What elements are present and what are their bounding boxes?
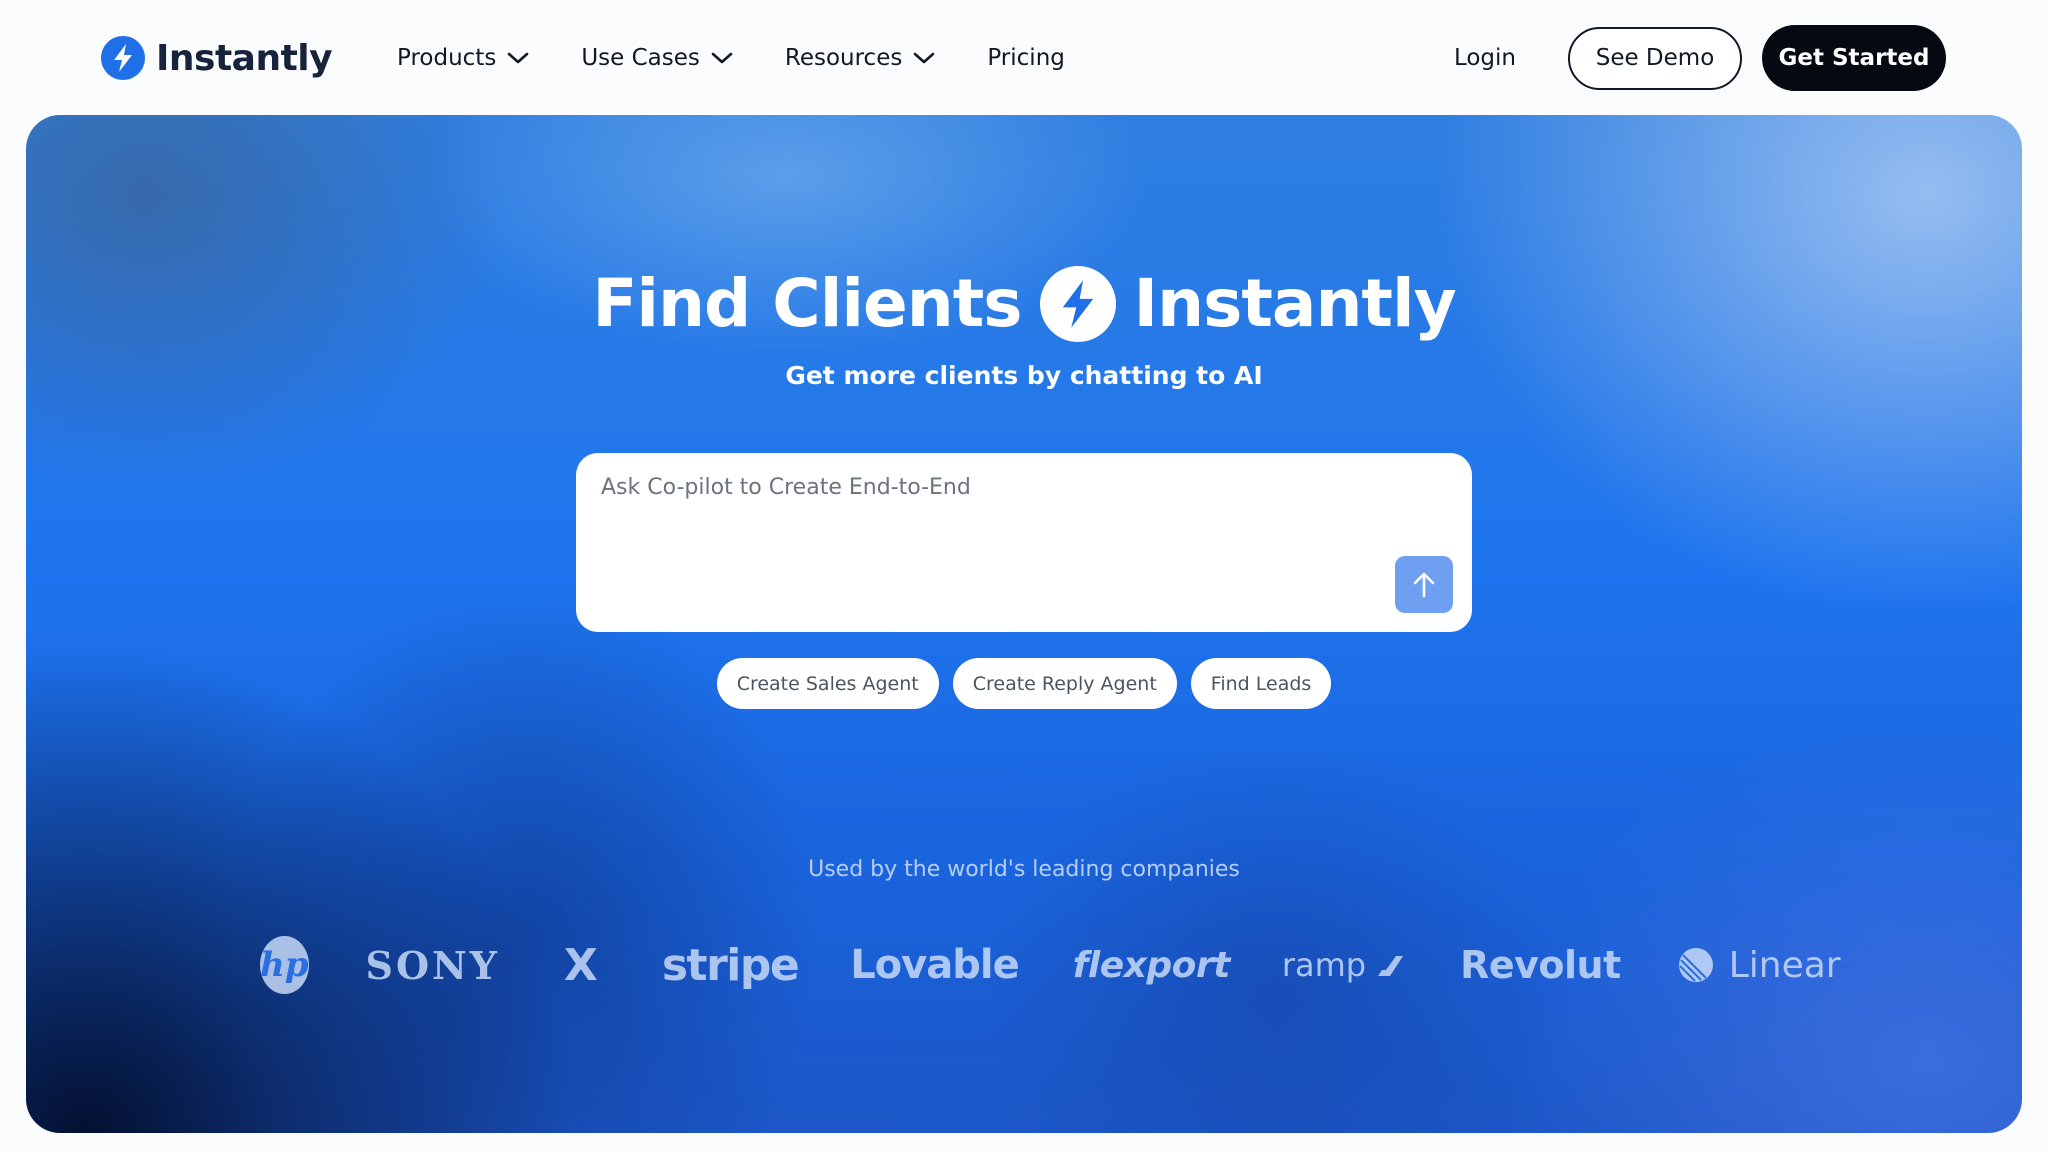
hero-title-left: Find Clients (592, 265, 1022, 342)
hero-section: Find Clients Instantly Get more clients … (26, 115, 2022, 1133)
lightning-bolt-icon (101, 36, 145, 80)
top-navigation: Instantly Products Use Cases Resources P… (0, 0, 2048, 115)
used-by-label: Used by the world's leading companies (808, 857, 1240, 882)
revolut-logo: Revolut (1460, 943, 1621, 987)
chevron-down-icon (913, 51, 935, 65)
chip-create-reply-agent[interactable]: Create Reply Agent (952, 658, 1177, 709)
hero-title: Find Clients Instantly (26, 265, 2022, 342)
suggestion-chips: Create Sales Agent Create Reply Agent Fi… (26, 658, 2022, 709)
chip-find-leads[interactable]: Find Leads (1190, 658, 1332, 709)
chevron-down-icon (507, 51, 529, 65)
copilot-prompt-input[interactable] (576, 453, 1472, 632)
linear-logo-text: Linear (1728, 944, 1841, 986)
linear-logo: Linear (1677, 945, 1841, 986)
see-demo-button[interactable]: See Demo (1568, 26, 1742, 90)
nav-item-use-cases[interactable]: Use Cases (581, 45, 733, 71)
copilot-prompt-box (576, 453, 1472, 632)
stripe-logo: stripe (661, 939, 800, 991)
send-button[interactable] (1395, 556, 1453, 613)
lightning-bolt-icon (1039, 265, 1116, 342)
nav-actions: Login See Demo Get Started (1454, 25, 1946, 91)
main-menu: Products Use Cases Resources Pricing (397, 36, 1065, 80)
nav-item-resources[interactable]: Resources (785, 45, 935, 71)
arrow-up-icon (1412, 571, 1436, 599)
ramp-logo-text: ramp (1281, 946, 1367, 984)
nav-item-products[interactable]: Products (397, 45, 529, 71)
brand-name: Instantly (156, 37, 333, 79)
company-logos: hp SONY X stripe Lovable flexport ramp R… (260, 915, 1841, 1015)
login-link[interactable]: Login (1454, 45, 1516, 71)
x-logo: X (563, 939, 598, 991)
ramp-logo: ramp (1282, 946, 1406, 984)
linear-mark-icon (1677, 946, 1715, 984)
lovable-logo: Lovable (850, 942, 1020, 988)
nav-item-pricing[interactable]: Pricing (987, 45, 1065, 71)
nav-item-label: Pricing (987, 45, 1065, 71)
hero-title-right: Instantly (1133, 265, 1457, 342)
sony-logo: SONY (365, 942, 500, 988)
flexport-logo: flexport (1072, 944, 1231, 986)
hero-subtitle: Get more clients by chatting to AI (785, 361, 1263, 390)
ramp-mark-icon (1376, 952, 1406, 978)
hp-logo: hp (260, 936, 309, 994)
nav-item-label: Resources (784, 45, 903, 71)
chevron-down-icon (711, 51, 733, 65)
get-started-button[interactable]: Get Started (1762, 25, 1946, 91)
brand-logo[interactable]: Instantly (101, 34, 333, 82)
nav-item-label: Products (397, 45, 497, 71)
chip-create-sales-agent[interactable]: Create Sales Agent (716, 658, 939, 709)
nav-item-label: Use Cases (581, 45, 700, 71)
